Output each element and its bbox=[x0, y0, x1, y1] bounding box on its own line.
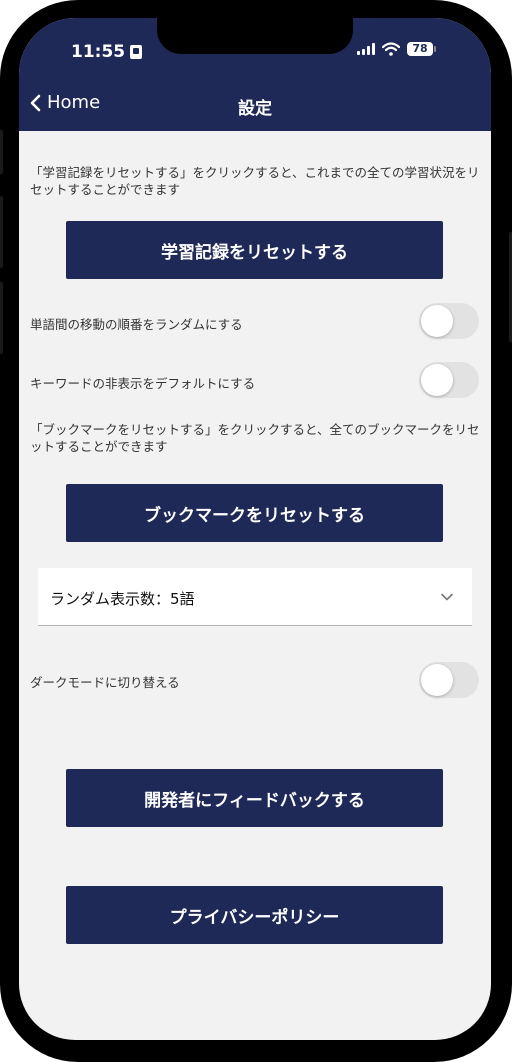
status-time: 11:55 bbox=[71, 42, 143, 62]
dark-mode-toggle[interactable] bbox=[419, 662, 479, 698]
screen: 11:55 78 Home 設定 「学習記録をリセットする」をクリックすると、こ… bbox=[19, 18, 491, 1040]
random-count-select[interactable]: ランダム表示数：5語 bbox=[38, 568, 472, 626]
volume-down-button bbox=[0, 282, 3, 354]
dynamic-island bbox=[157, 18, 353, 54]
random-count-value: ランダム表示数：5語 bbox=[50, 590, 195, 608]
header: 11:55 78 Home 設定 bbox=[19, 18, 491, 131]
feedback-button[interactable]: 開発者にフィードバックする bbox=[66, 769, 443, 827]
toggle-knob bbox=[421, 664, 453, 696]
lock-icon bbox=[130, 45, 143, 59]
toggle-knob bbox=[421, 364, 453, 396]
random-order-toggle[interactable] bbox=[419, 303, 479, 339]
wifi-icon bbox=[382, 42, 400, 56]
signal-icon bbox=[357, 43, 375, 55]
random-order-label: 単語間の移動の順番をランダムにする bbox=[30, 317, 243, 332]
reset-bookmarks-description: 「ブックマークをリセットする」をクリックすると、全てのブックマークをリセットする… bbox=[30, 422, 480, 454]
hide-keywords-toggle[interactable] bbox=[419, 362, 479, 398]
battery-icon: 78 bbox=[407, 42, 436, 56]
settings-content: 「学習記録をリセットする」をクリックすると、これまでの全ての学習状況をリセットす… bbox=[19, 131, 491, 1040]
status-time-text: 11:55 bbox=[71, 42, 126, 62]
reset-progress-description: 「学習記録をリセットする」をクリックすると、これまでの全ての学習状況をリセットす… bbox=[30, 165, 480, 197]
action-button bbox=[0, 130, 3, 174]
dark-mode-label: ダークモードに切り替える bbox=[30, 675, 180, 690]
chevron-down-icon bbox=[441, 593, 453, 601]
status-icons: 78 bbox=[357, 42, 436, 56]
hide-keywords-label: キーワードの非表示をデフォルトにする bbox=[30, 376, 256, 391]
reset-bookmarks-button[interactable]: ブックマークをリセットする bbox=[66, 484, 443, 542]
phone-frame: 11:55 78 Home 設定 「学習記録をリセットする」をクリックすると、こ… bbox=[0, 0, 512, 1062]
toggle-knob bbox=[421, 305, 453, 337]
reset-progress-button[interactable]: 学習記録をリセットする bbox=[66, 221, 443, 279]
page-title: 設定 bbox=[238, 99, 272, 119]
volume-up-button bbox=[0, 196, 3, 268]
privacy-policy-button[interactable]: プライバシーポリシー bbox=[66, 886, 443, 944]
